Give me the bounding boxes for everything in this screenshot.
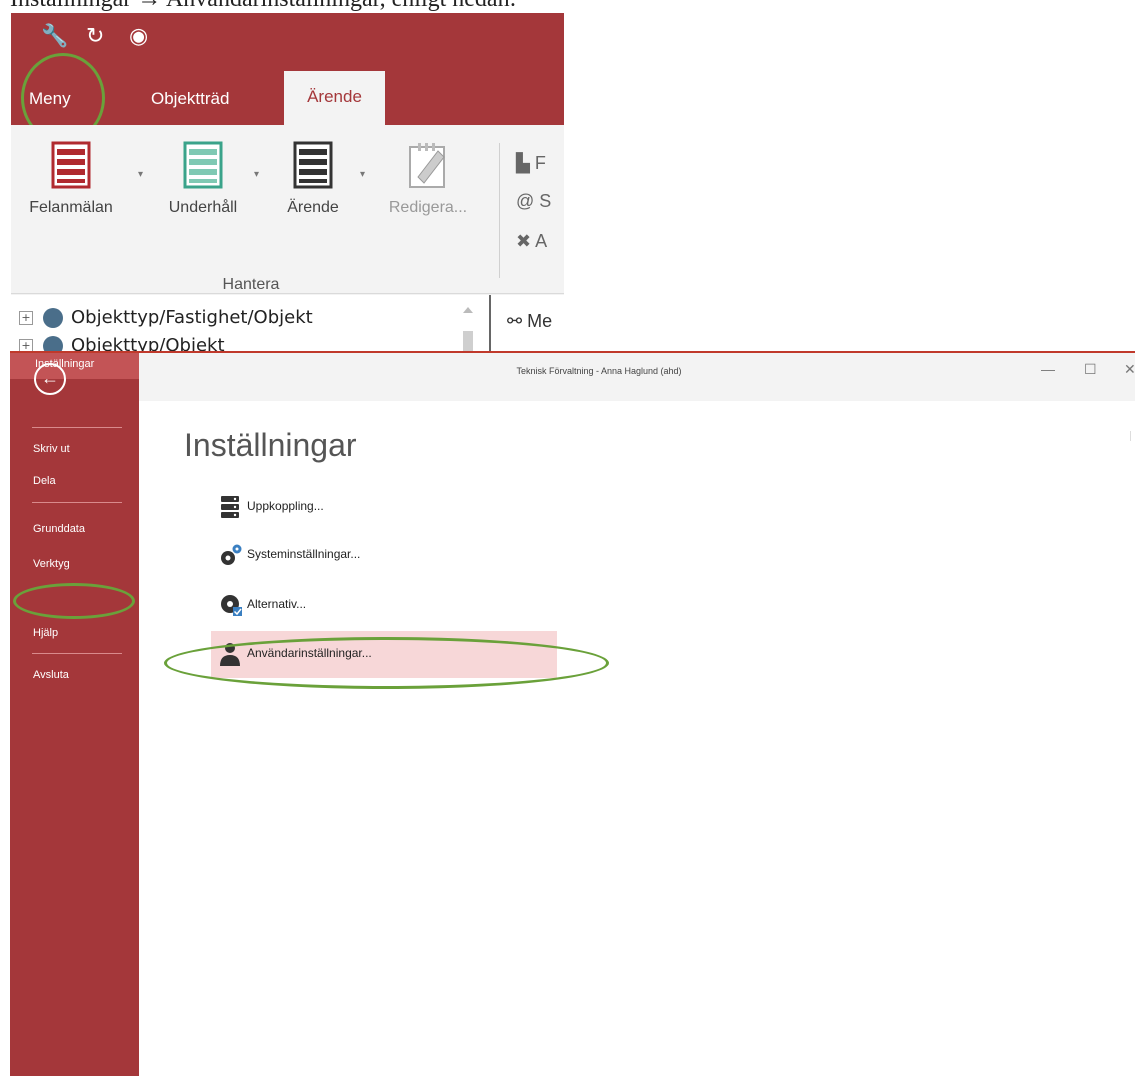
felanmalan-button[interactable]: Felanmälan: [11, 141, 131, 217]
group-label-hantera: Hantera: [222, 276, 280, 293]
settings-item-uppkoppling[interactable]: Uppkoppling...: [211, 487, 557, 527]
globe-icon: [43, 336, 63, 351]
edit-icon: [408, 141, 448, 189]
highlight-circle-installningar: [13, 583, 135, 619]
expand-icon[interactable]: +: [19, 339, 33, 351]
redigera-button[interactable]: Redigera...: [373, 141, 483, 217]
sidebar-item-avsluta[interactable]: Avsluta: [33, 669, 69, 681]
arende-button[interactable]: Ärende: [268, 141, 358, 217]
expand-icon[interactable]: +: [19, 311, 33, 325]
ribbon-body: Felanmälan ▾ Underhåll ▾ Ärende ▾ Redige…: [11, 125, 564, 294]
sidebar-divider: [32, 427, 122, 428]
sidebar-divider: [32, 502, 122, 503]
underhall-button[interactable]: Underhåll: [153, 141, 253, 217]
tab-arende[interactable]: Ärende: [284, 71, 385, 125]
pane-divider[interactable]: [489, 295, 491, 351]
picture-icon: ▙: [516, 153, 530, 173]
sidebar-item-dela[interactable]: Dela: [33, 475, 56, 487]
wrench-icon[interactable]: 🔧: [41, 23, 68, 49]
window-titlebar: Teknisk Förvaltning - Anna Haglund (ahd)…: [139, 351, 1135, 401]
close-button[interactable]: ✕: [1124, 361, 1135, 378]
backstage-sidebar: ← Skriv ut Dela Grunddata Verktyg Instäl…: [10, 351, 139, 1076]
sidebar-item-verktyg[interactable]: Verktyg: [33, 558, 70, 570]
felanmalan-dropdown-icon[interactable]: ▾: [138, 169, 143, 180]
delete-icon: ✖: [516, 231, 532, 251]
side-command-3[interactable]: ✖ A: [516, 231, 547, 252]
window-top-border: [10, 351, 1135, 353]
ribbon-separator: [499, 143, 500, 278]
sidebar-item-hjalp[interactable]: Hjälp: [33, 627, 58, 639]
right-pane-label[interactable]: ⚯ Me: [507, 311, 552, 332]
window-edge: [1130, 431, 1131, 441]
link-icon: ⚯: [507, 311, 523, 331]
page-title: Inställningar: [184, 427, 357, 463]
ribbon-screenshot: 🔧 ↻ ◉ Meny Objektträd Ärende Felanmälan …: [11, 13, 564, 351]
arende-dropdown-icon[interactable]: ▾: [360, 169, 365, 180]
tree-item[interactable]: + Objekttyp/Fastighet/Objekt: [19, 307, 313, 328]
side-command-1[interactable]: ▙ F: [516, 153, 546, 174]
sidebar-item-grunddata[interactable]: Grunddata: [33, 523, 85, 535]
lifebuoy-icon[interactable]: ◉: [129, 23, 148, 49]
tree-scrollbar[interactable]: [459, 305, 477, 351]
underhall-icon: [183, 141, 223, 189]
arende-icon: [293, 141, 333, 189]
tab-objekttrad[interactable]: Objektträd: [151, 83, 229, 125]
options-gear-icon: [219, 593, 242, 617]
sidebar-divider: [32, 653, 122, 654]
felanmalan-icon: [51, 141, 91, 189]
side-command-2[interactable]: @ S: [516, 191, 551, 212]
refresh-icon[interactable]: ↻: [86, 23, 104, 49]
settings-item-alternativ[interactable]: Alternativ...: [211, 585, 557, 625]
document-caption: Inställningar → Användarinställningar, e…: [10, 0, 516, 13]
sidebar-item-installningar[interactable]: Inställningar: [10, 351, 139, 379]
highlight-ellipse-anvandarinstallningar: [164, 637, 609, 689]
at-icon: @: [516, 191, 535, 211]
settings-item-systeminstallningar[interactable]: Systeminställningar...: [211, 535, 557, 575]
server-icon: [219, 495, 241, 519]
tree-item[interactable]: + Objekttyp/Objekt: [19, 335, 225, 351]
object-tree: + Objekttyp/Fastighet/Objekt + Objekttyp/O…: [11, 295, 564, 351]
sidebar-item-skriv-ut[interactable]: Skriv ut: [33, 443, 70, 455]
system-gear-icon: [219, 543, 242, 567]
maximize-button[interactable]: ☐: [1084, 361, 1097, 378]
globe-icon: [43, 308, 63, 328]
window-title: Teknisk Förvaltning - Anna Haglund (ahd): [516, 366, 682, 376]
backstage-window: ← Skriv ut Dela Grunddata Verktyg Instäl…: [10, 351, 1135, 1076]
underhall-dropdown-icon[interactable]: ▾: [254, 169, 259, 180]
minimize-button[interactable]: —: [1041, 361, 1055, 377]
